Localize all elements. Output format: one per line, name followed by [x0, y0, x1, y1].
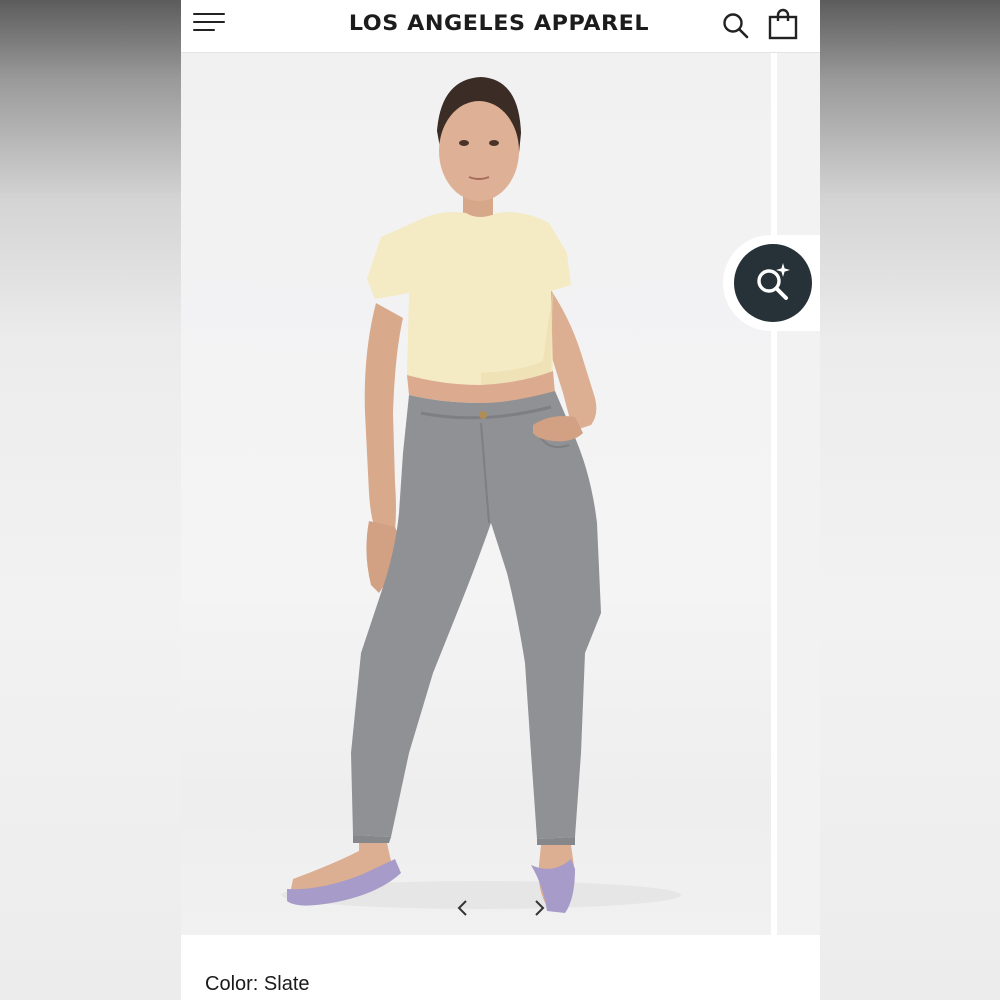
mobile-page: LOS ANGELES APPAREL Color: Slate — [181, 0, 820, 1000]
site-header: LOS ANGELES APPAREL — [181, 0, 820, 53]
brand-logo[interactable]: LOS ANGELES APPAREL — [298, 11, 701, 35]
product-image[interactable] — [181, 53, 771, 935]
color-label: Color: — [205, 973, 259, 995]
shopping-bag-icon[interactable] — [767, 8, 799, 40]
product-info: Color: Slate — [181, 935, 820, 1000]
chevron-left-icon[interactable] — [451, 895, 475, 921]
chevron-right-icon[interactable] — [527, 895, 551, 921]
visual-search-tab — [723, 235, 820, 331]
search-icon[interactable] — [722, 12, 750, 40]
color-selection: Color: Slate — [205, 973, 310, 996]
magnify-sparkle-icon[interactable] — [734, 244, 812, 322]
color-value: Slate — [263, 973, 310, 995]
model-figure — [281, 77, 681, 913]
product-image-gallery[interactable] — [181, 53, 820, 935]
hamburger-menu-icon[interactable] — [193, 12, 227, 34]
next-slide-preview[interactable] — [777, 53, 820, 935]
